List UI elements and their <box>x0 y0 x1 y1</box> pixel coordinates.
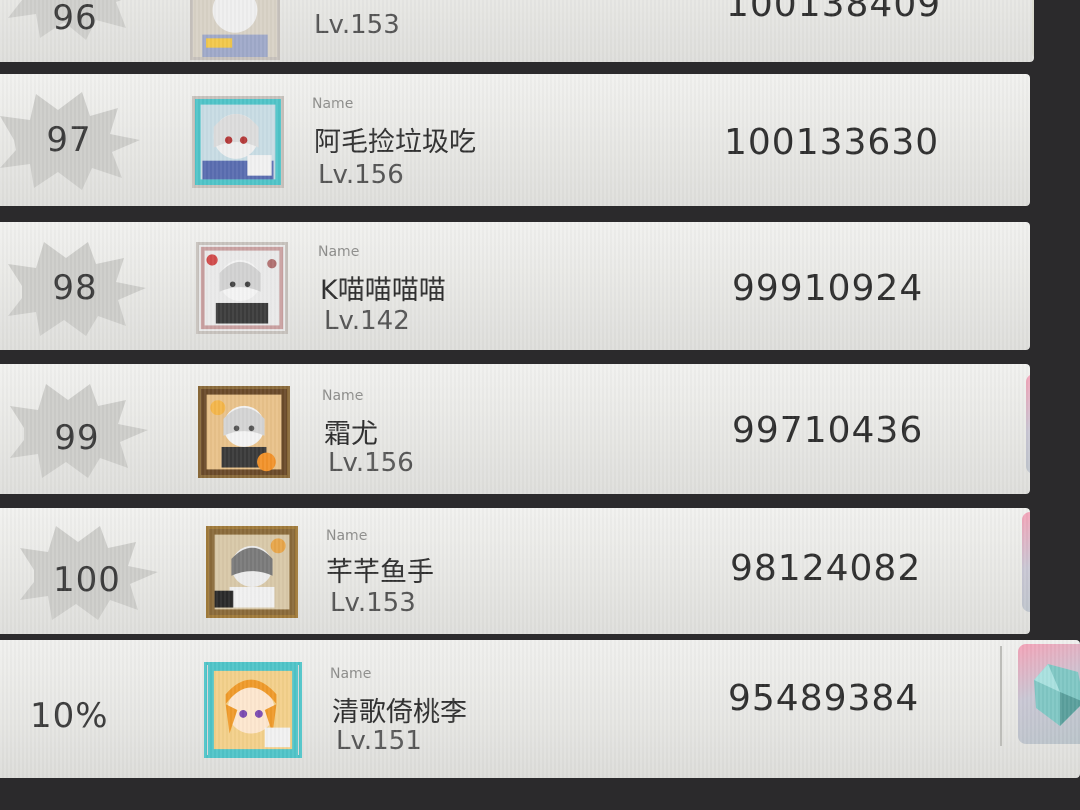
player-level: Lv.151 <box>336 726 422 756</box>
rank-number: 10% <box>30 696 109 736</box>
crystal-reward-icon <box>1032 0 1034 40</box>
avatar-portrait-icon <box>208 665 298 755</box>
player-name: K喵喵喵喵 <box>320 275 446 306</box>
rank-badge: 97 <box>0 88 144 192</box>
avatar-portrait-icon <box>209 529 295 615</box>
player-avatar[interactable] <box>204 662 302 758</box>
rank-number: 100 <box>53 560 121 600</box>
player-avatar[interactable] <box>206 526 298 618</box>
name-caption: Name <box>318 244 360 260</box>
leaderboard-row[interactable]: 96 Lv.153 100138409 <box>0 0 1034 62</box>
leaderboard-row[interactable]: 99 Name 霜尤 Lv.156 99710436 x <box>0 364 1030 494</box>
reward-item[interactable] <box>1032 0 1034 60</box>
player-level: Lv.153 <box>330 588 416 618</box>
name-caption: Name <box>330 666 372 682</box>
leaderboard: 96 Lv.153 100138409 97 Name 阿毛捡垃圾吃 Lv.15… <box>0 0 1080 810</box>
crystal-reward-icon <box>1022 512 1030 612</box>
leaderboard-row[interactable]: 100 Name 芊芊鱼手 Lv.153 98124082 x <box>0 508 1030 634</box>
player-avatar[interactable] <box>192 96 284 188</box>
player-level: Lv.153 <box>314 10 400 40</box>
rank-number: 98 <box>52 268 98 308</box>
rank-number: 96 <box>52 0 98 38</box>
player-score: 100138409 <box>726 0 942 25</box>
player-score: 95489384 <box>728 678 920 719</box>
player-avatar[interactable] <box>196 242 288 334</box>
name-caption: Name <box>312 96 354 112</box>
player-name: 清歌倚桃李 <box>332 697 467 728</box>
avatar-portrait-icon <box>199 245 285 331</box>
rank-badge: 96 <box>0 0 150 44</box>
player-score: 100133630 <box>724 122 940 163</box>
player-name: 芊芊鱼手 <box>326 557 434 588</box>
player-score: 98124082 <box>730 548 922 589</box>
reward-item[interactable]: x <box>1018 644 1080 744</box>
leaderboard-row[interactable]: 97 Name 阿毛捡垃圾吃 Lv.156 100133630 <box>0 74 1030 206</box>
name-caption: Name <box>326 528 368 544</box>
crystal-reward-icon <box>1026 374 1030 474</box>
rank-badge: 98 <box>0 236 150 340</box>
avatar-portrait-icon <box>193 0 277 57</box>
rank-number: 99 <box>54 418 100 458</box>
reward-item[interactable]: x <box>1022 512 1030 612</box>
rank-badge: 100 <box>12 520 162 624</box>
player-avatar[interactable] <box>190 0 280 60</box>
player-score: 99910924 <box>732 268 924 309</box>
crystal-reward-icon <box>1034 664 1080 726</box>
leaderboard-row[interactable]: 98 Name K喵喵喵喵 Lv.142 99910924 <box>0 222 1030 350</box>
player-score: 99710436 <box>732 410 924 451</box>
player-level: Lv.156 <box>328 448 414 478</box>
player-name: 阿毛捡垃圾吃 <box>314 127 476 158</box>
rank-number: 97 <box>46 120 92 160</box>
divider <box>1000 646 1002 746</box>
reward-item[interactable]: x <box>1026 374 1030 474</box>
player-avatar[interactable] <box>198 386 290 478</box>
name-caption: Name <box>322 388 364 404</box>
player-level: Lv.156 <box>318 160 404 190</box>
player-level: Lv.142 <box>324 306 410 336</box>
player-name: 霜尤 <box>324 419 378 450</box>
avatar-portrait-icon <box>201 389 287 475</box>
rank-badge: 99 <box>2 378 152 482</box>
self-row[interactable]: 10% Name 清歌倚桃李 Lv.151 95489384 x <box>0 640 1080 778</box>
avatar-portrait-icon <box>195 99 281 185</box>
